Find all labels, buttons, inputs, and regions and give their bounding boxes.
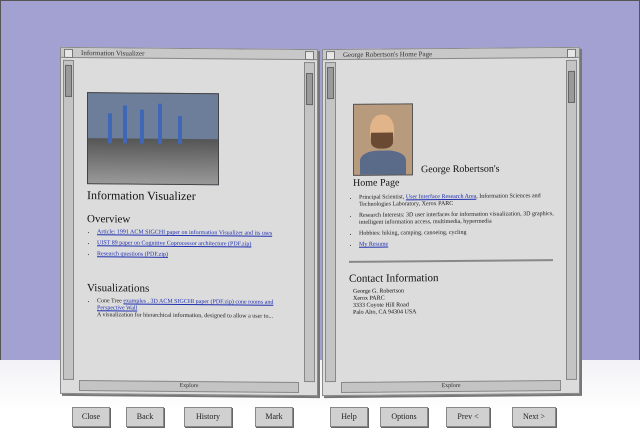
close-button[interactable]: Close	[72, 407, 110, 427]
right-window-titlebar: George Robertson's Home Page	[323, 47, 579, 61]
overview-heading: Overview	[87, 213, 131, 226]
author-photo	[353, 103, 413, 176]
window-resize-icon[interactable]	[305, 51, 314, 61]
overview-link[interactable]: UIST 89 paper on Cognitive Coprocessor a…	[97, 240, 251, 247]
author-name: George Robertson's	[421, 163, 500, 176]
section-divider	[349, 259, 553, 263]
information-visualizer-image	[87, 92, 219, 186]
right-page-window: George Robertson's Home Page George Robe…	[322, 46, 580, 397]
visualizations-heading: Visualizations	[87, 282, 150, 295]
left-page-content: Information Visualizer Overview Article:…	[83, 62, 295, 381]
scrollbar-thumb[interactable]	[65, 64, 72, 97]
viz-item-text: A visualization for hierarchical informa…	[97, 312, 273, 320]
contact-line: Palo Alto, CA 94304 USA	[353, 309, 417, 316]
research-area-link[interactable]: User Interface Research Area	[406, 194, 476, 201]
scrollbar-thumb[interactable]	[306, 73, 313, 106]
list-item: Principal Scientist, User Interface Rese…	[359, 193, 557, 209]
home-page-subtitle: Home Page	[353, 177, 400, 189]
list-item: Article: 1991 ACM SIGCHI paper on inform…	[97, 229, 295, 238]
options-button[interactable]: Options	[380, 407, 428, 427]
list-item: Hobbies: hiking, camping, canoeing, cycl…	[359, 229, 557, 238]
help-button[interactable]: Help	[330, 407, 368, 427]
contact-heading: Contact Information	[349, 272, 439, 285]
right-inner-scrollbar[interactable]	[325, 62, 336, 383]
control-button-bar: Close Back History Mark Help Options Pre…	[0, 400, 640, 430]
window-menu-icon[interactable]	[64, 48, 73, 58]
left-horizontal-scrollbar[interactable]: Explore	[79, 380, 299, 393]
mark-button[interactable]: Mark	[255, 407, 293, 427]
right-horizontal-scrollbar[interactable]: Explore	[341, 380, 561, 393]
overview-link[interactable]: Research questions (PDF.zip)	[97, 251, 168, 258]
left-window-titlebar: Information Visualizer	[61, 47, 317, 61]
viz-item-link[interactable]: examples . 3D ACM SIGCHI paper (PDF.zip)…	[97, 298, 273, 311]
scrollbar-thumb[interactable]	[568, 70, 575, 103]
window-menu-icon[interactable]	[326, 51, 335, 61]
page-heading: Information Visualizer	[87, 188, 196, 204]
window-resize-icon[interactable]	[567, 48, 576, 58]
next-button[interactable]: Next >	[512, 407, 556, 427]
left-outer-scrollbar[interactable]	[63, 59, 74, 380]
visualizations-list: Cone Tree examples . 3D ACM SIGCHI paper…	[83, 298, 295, 321]
list-item: Cone Tree examples . 3D ACM SIGCHI paper…	[97, 298, 295, 321]
resume-link[interactable]: My Resume	[359, 242, 388, 248]
web-book: Information Visualizer Information Visua…	[60, 46, 580, 398]
scrollbar-thumb[interactable]	[327, 67, 334, 100]
list-item: Research questions (PDF.zip)	[97, 251, 295, 260]
list-item: UIST 89 paper on Cognitive Coprocessor a…	[97, 240, 295, 249]
overview-link[interactable]: Article: 1991 ACM SIGCHI paper on inform…	[97, 229, 272, 237]
list-item: My Resume	[359, 240, 557, 249]
prev-button[interactable]: Prev <	[446, 407, 490, 427]
history-button[interactable]: History	[184, 407, 232, 427]
right-page-content: George Robertson's Home Page Principal S…	[345, 62, 557, 381]
list-item: Research Interests: 3D user interfaces f…	[359, 211, 557, 227]
overview-list: Article: 1991 ACM SIGCHI paper on inform…	[83, 229, 295, 260]
left-page-window: Information Visualizer Information Visua…	[60, 46, 318, 397]
left-inner-scrollbar[interactable]	[304, 62, 315, 383]
back-button[interactable]: Back	[126, 407, 164, 427]
profile-list: Principal Scientist, User Interface Rese…	[345, 193, 557, 249]
right-outer-scrollbar[interactable]	[566, 59, 577, 380]
viz-item-label: Cone Tree	[97, 298, 122, 305]
